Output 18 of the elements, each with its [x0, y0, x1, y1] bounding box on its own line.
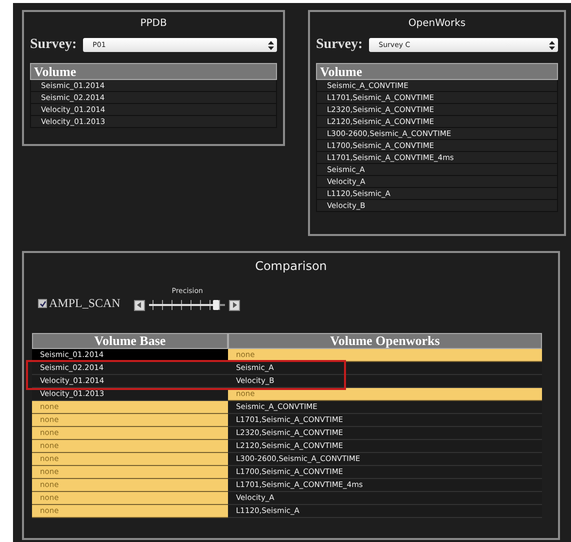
- list-header: Volume: [30, 63, 277, 80]
- panel-title: OpenWorks: [407, 18, 467, 29]
- right-triangle-icon: [232, 302, 238, 308]
- survey-label: Survey:: [316, 37, 363, 53]
- left-arrow-button[interactable]: [134, 300, 146, 310]
- survey-label: Survey:: [30, 37, 77, 53]
- column-header: Volume Openworks: [228, 333, 542, 349]
- ampl-scan-checkbox[interactable]: AMPL_SCAN: [38, 296, 120, 311]
- check-icon: [40, 300, 46, 306]
- column-header: Volume Base: [32, 333, 228, 349]
- panel-title: Comparison: [254, 259, 328, 273]
- list-header: Volume: [316, 63, 558, 80]
- panel-title: PPDB: [139, 18, 168, 29]
- left-triangle-icon: [137, 302, 142, 308]
- spinner-icon[interactable]: [549, 40, 555, 50]
- precision-slider[interactable]: [149, 299, 226, 311]
- spinner-icon[interactable]: [268, 40, 274, 50]
- right-arrow-button[interactable]: [229, 300, 240, 310]
